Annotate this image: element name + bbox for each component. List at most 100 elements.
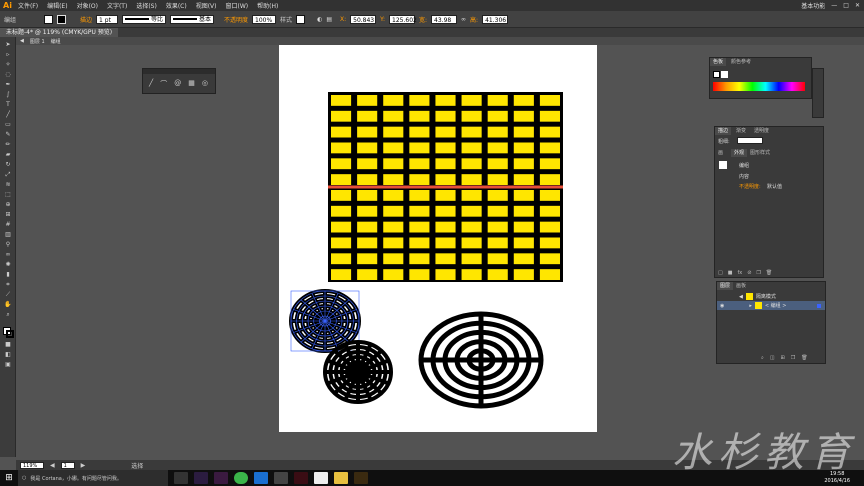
symbol-sprayer-tool-icon[interactable]: ✺	[3, 261, 13, 268]
minimize-icon[interactable]: —	[831, 2, 837, 9]
artboard[interactable]	[279, 45, 597, 432]
link-icon[interactable]: ∞	[461, 16, 466, 23]
chrome-icon[interactable]	[254, 472, 268, 484]
fill-swatch-mini[interactable]	[713, 71, 720, 78]
curvature-tool-icon[interactable]: ∫	[3, 91, 13, 98]
mesh-tool-icon[interactable]: #	[3, 221, 13, 228]
stroke-color-icon[interactable]	[6, 330, 14, 338]
selection-indicator[interactable]	[817, 303, 821, 308]
zoom-tool-icon[interactable]: ⌕	[3, 311, 13, 318]
menu-select[interactable]: 选择(S)	[136, 1, 157, 10]
drawing-mode-icon[interactable]: ◧	[3, 351, 13, 358]
pen-tool-icon[interactable]: ✒	[3, 81, 13, 88]
artboard-number[interactable]: 1	[60, 461, 75, 469]
indesign-icon[interactable]	[294, 472, 308, 484]
opacity-field[interactable]: 100%	[252, 14, 277, 24]
duplicate-item-icon[interactable]: ❐	[756, 270, 760, 276]
menu-help[interactable]: 帮助(H)	[257, 1, 278, 10]
fx-icon[interactable]: fx	[737, 270, 742, 276]
type-tool-icon[interactable]: T	[3, 101, 13, 108]
x-field[interactable]: 50.843	[350, 14, 377, 24]
appearance-opacity-link[interactable]: 不透明度:	[739, 183, 761, 190]
stroke-weight-input[interactable]	[737, 137, 763, 144]
premiere-icon[interactable]	[214, 472, 228, 484]
hand-tool-icon[interactable]: ✋	[3, 301, 13, 308]
shape-builder-tool-icon[interactable]: ⊕	[3, 201, 13, 208]
menu-edit[interactable]: 编辑(E)	[47, 1, 67, 10]
free-transform-tool-icon[interactable]: ⬚	[3, 191, 13, 198]
back-arrow-icon[interactable]: ◀	[20, 38, 24, 44]
paintbrush-tool-icon[interactable]: ✎	[3, 131, 13, 138]
subtab-appearance[interactable]: 外观	[731, 149, 748, 157]
cortana-search[interactable]: ○ 我是 Cortana，小娜。有问题尽管问我。	[18, 470, 168, 486]
rect-grid-icon[interactable]: ▦	[188, 79, 195, 89]
menu-object[interactable]: 对象(O)	[77, 1, 98, 10]
tab-transparency[interactable]: 透明度	[751, 127, 772, 135]
subtab-graphic-styles[interactable]: 图形样式	[747, 149, 773, 157]
eyedropper-tool-icon[interactable]: ⚲	[3, 241, 13, 248]
width-tool-icon[interactable]: ≋	[3, 181, 13, 188]
tab-color-guide[interactable]: 颜色参考	[728, 58, 754, 66]
windows-start-icon[interactable]: ⊞	[0, 470, 18, 486]
document-tab[interactable]: 未标题-4* @ 119% (CMYK/GPU 预览)	[0, 28, 119, 37]
new-layer-icon[interactable]: ❐	[791, 355, 795, 361]
subtab-brush[interactable]: 画	[715, 149, 726, 157]
lasso-tool-icon[interactable]: ◌	[3, 71, 13, 78]
spiral-icon[interactable]: @	[174, 79, 181, 89]
height-field[interactable]: 41.306	[482, 14, 509, 24]
next-artboard-icon[interactable]: ▶	[81, 462, 86, 469]
gradient-tool-icon[interactable]: ▥	[3, 231, 13, 238]
graph-tool-icon[interactable]: ▮	[3, 271, 13, 278]
align-icon[interactable]: ▤	[326, 16, 332, 23]
delete-layer-icon[interactable]: 🗑	[801, 355, 807, 361]
opacity-label[interactable]: 不透明度	[224, 15, 248, 24]
tab-artboards[interactable]: 画板	[733, 282, 749, 290]
new-stroke-icon[interactable]: □	[718, 270, 723, 276]
workspace-switcher[interactable]: 基本功能	[801, 1, 825, 10]
brush-definition[interactable]: 基本	[170, 14, 215, 24]
none-swatch[interactable]	[721, 71, 728, 78]
menu-type[interactable]: 文字(T)	[107, 1, 127, 10]
selection-tool-icon[interactable]: ➤	[3, 41, 13, 48]
scale-tool-icon[interactable]: ⤢	[3, 171, 13, 178]
artboard-tool-icon[interactable]: ⌗	[3, 281, 13, 288]
direct-selection-tool-icon[interactable]: ▹	[3, 51, 13, 58]
after-effects-icon[interactable]	[194, 472, 208, 484]
zoom-field[interactable]: 119%	[20, 461, 44, 469]
new-fill-icon[interactable]: ■	[728, 270, 733, 276]
isolation-arrow-icon[interactable]: ◀	[739, 294, 743, 300]
locate-object-icon[interactable]: ⌕	[761, 355, 764, 361]
y-field[interactable]: 125.602	[389, 14, 417, 24]
expand-triangle-icon[interactable]: ▸	[749, 303, 752, 309]
wechat-icon[interactable]	[234, 472, 248, 484]
tab-gradient[interactable]: 渐变	[733, 127, 749, 135]
tab-swatches[interactable]: 色板	[710, 58, 727, 66]
menu-view[interactable]: 视图(V)	[196, 1, 217, 10]
polar-grid-large[interactable]	[418, 311, 544, 409]
illustrator-taskbar-icon[interactable]	[354, 472, 368, 484]
rotate-tool-icon[interactable]: ↻	[3, 161, 13, 168]
fill-swatch[interactable]	[44, 14, 54, 24]
layer-row-group[interactable]: ◉ ▸ < 编组 >	[717, 301, 825, 310]
eraser-tool-icon[interactable]: ▰	[3, 151, 13, 158]
recolor-icon[interactable]: ◐	[317, 16, 322, 23]
color-mode-icon[interactable]: ■	[3, 341, 13, 348]
screen-mode-icon[interactable]: ▣	[3, 361, 13, 368]
menu-file[interactable]: 文件(F)	[18, 1, 38, 10]
arc-icon[interactable]: ⌒	[160, 79, 167, 89]
system-clock[interactable]: 19:58 2016/4/16	[824, 471, 850, 485]
explorer-icon[interactable]	[274, 472, 288, 484]
slice-tool-icon[interactable]: ⟋	[3, 291, 13, 298]
pencil-tool-icon[interactable]: ✏	[3, 141, 13, 148]
prev-artboard-icon[interactable]: ◀	[50, 462, 55, 469]
appearance-content-row[interactable]: 内容	[739, 173, 749, 180]
menu-effect[interactable]: 效果(C)	[166, 1, 187, 10]
stroke-swatch[interactable]	[57, 14, 67, 24]
collapsed-panel-strip[interactable]	[812, 68, 824, 118]
line-tool-icon[interactable]: ╱	[3, 111, 13, 118]
tab-layers[interactable]: 图层	[717, 282, 734, 290]
notepad-icon[interactable]	[314, 472, 328, 484]
polar-grid-small[interactable]	[323, 340, 393, 404]
tab-stroke[interactable]: 描边	[715, 127, 732, 135]
width-field[interactable]: 43.98	[431, 14, 458, 24]
